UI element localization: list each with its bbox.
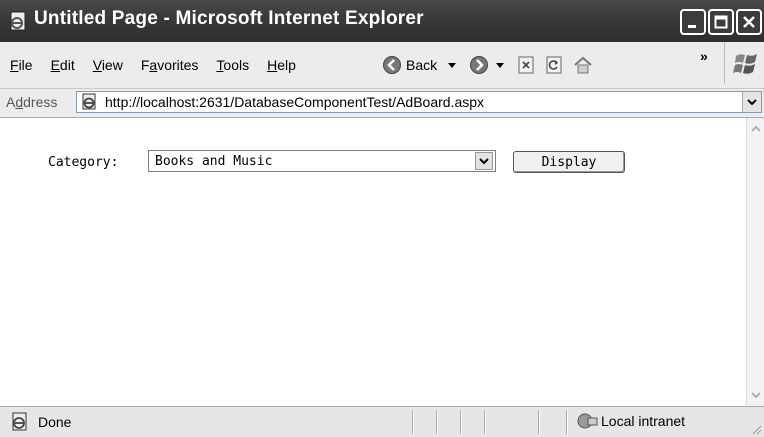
back-button[interactable]: Back bbox=[382, 55, 437, 75]
chevron-up-icon bbox=[751, 125, 761, 132]
refresh-icon[interactable] bbox=[545, 56, 563, 74]
security-zone-label: Local intranet bbox=[601, 413, 686, 429]
display-button[interactable]: Display bbox=[513, 151, 625, 173]
category-select[interactable]: Books and Music bbox=[148, 150, 496, 172]
ie-page-icon bbox=[10, 11, 26, 31]
category-label: Category: bbox=[48, 155, 119, 170]
back-label: Back bbox=[406, 57, 438, 73]
menu-view[interactable]: View bbox=[93, 57, 123, 73]
toolbar-overflow-chevron[interactable]: » bbox=[700, 48, 708, 64]
windows-flag-icon bbox=[733, 54, 757, 74]
home-icon[interactable] bbox=[573, 56, 593, 74]
scroll-down-button[interactable] bbox=[748, 387, 764, 403]
status-divider bbox=[412, 410, 414, 434]
address-bar: Address http://localhost:2631/DatabaseCo… bbox=[0, 89, 764, 118]
nav-toolbar: Back bbox=[382, 42, 593, 88]
address-url: http://localhost:2631/DatabaseComponentT… bbox=[105, 94, 485, 110]
ie-page-icon bbox=[82, 93, 96, 110]
address-label: Address bbox=[6, 94, 58, 110]
chevron-down-icon bbox=[747, 99, 757, 106]
title-bar[interactable]: Untitled Page - Microsoft Internet Explo… bbox=[0, 0, 764, 42]
status-divider bbox=[436, 410, 438, 434]
ie-page-icon bbox=[12, 412, 27, 431]
security-zone[interactable]: Local intranet bbox=[576, 412, 685, 430]
windows-logo-area bbox=[724, 42, 764, 84]
forward-arrow-icon[interactable] bbox=[469, 55, 489, 75]
menu-favorites[interactable]: Favorites bbox=[141, 57, 199, 73]
page-content: Category: Books and Music Display bbox=[0, 118, 746, 406]
minimize-button[interactable] bbox=[680, 9, 706, 35]
close-icon bbox=[743, 16, 755, 28]
back-arrow-icon bbox=[383, 56, 401, 74]
maximize-icon bbox=[714, 15, 728, 29]
status-text: Done bbox=[38, 414, 72, 430]
menu-edit[interactable]: Edit bbox=[51, 57, 75, 73]
address-input[interactable]: http://localhost:2631/DatabaseComponentT… bbox=[76, 91, 762, 113]
close-button[interactable] bbox=[736, 9, 762, 35]
window-title: Untitled Page - Microsoft Internet Explo… bbox=[34, 8, 424, 29]
status-divider bbox=[460, 410, 462, 434]
back-dropdown-icon[interactable] bbox=[447, 60, 457, 70]
resize-grip-icon[interactable] bbox=[750, 423, 762, 435]
menu-tools[interactable]: Tools bbox=[216, 57, 249, 73]
status-divider bbox=[484, 410, 486, 434]
menu-toolbar-row: File Edit View Favorites Tools Help Back bbox=[0, 42, 764, 89]
forward-dropdown-icon[interactable] bbox=[495, 60, 505, 70]
status-bar: Done Local intranet bbox=[0, 406, 764, 437]
maximize-button[interactable] bbox=[708, 9, 734, 35]
browser-window: Untitled Page - Microsoft Internet Explo… bbox=[0, 0, 764, 437]
status-divider bbox=[566, 410, 568, 434]
menu-file[interactable]: File bbox=[10, 57, 33, 73]
menu-bar: File Edit View Favorites Tools Help bbox=[0, 42, 304, 88]
menu-help[interactable]: Help bbox=[267, 57, 296, 73]
address-dropdown-button[interactable] bbox=[742, 92, 761, 112]
vertical-scrollbar[interactable] bbox=[746, 118, 764, 406]
category-dropdown-button[interactable] bbox=[475, 152, 493, 170]
chevron-down-icon bbox=[751, 392, 761, 399]
intranet-icon bbox=[577, 413, 598, 429]
chevron-down-icon bbox=[479, 158, 489, 165]
stop-icon[interactable] bbox=[517, 56, 535, 74]
status-divider bbox=[538, 410, 540, 434]
category-select-value: Books and Music bbox=[155, 154, 273, 169]
minimize-icon bbox=[688, 25, 696, 28]
scroll-up-button[interactable] bbox=[748, 121, 764, 137]
